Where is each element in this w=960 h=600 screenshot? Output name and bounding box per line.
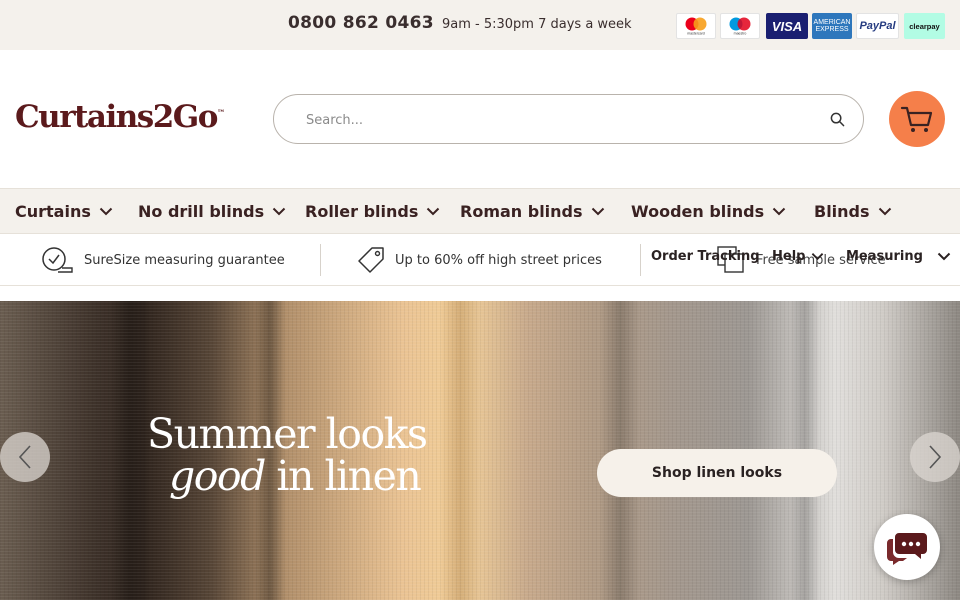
hero-title-line2: good in linen bbox=[147, 455, 427, 497]
trademark: ™ bbox=[216, 107, 225, 118]
hero-title-emphasis: good bbox=[169, 452, 266, 500]
nav-item-roman-blinds[interactable]: Roman blinds bbox=[460, 202, 605, 221]
chevron-down-icon bbox=[878, 207, 891, 216]
chevron-down-icon bbox=[812, 253, 824, 261]
chat-button[interactable] bbox=[874, 514, 940, 580]
nav-label: Roman blinds bbox=[460, 202, 583, 221]
amex-logo: AMERICAN EXPRESS bbox=[812, 13, 852, 39]
order-tracking-link[interactable]: Order Tracking bbox=[651, 249, 760, 264]
svg-text:maestro: maestro bbox=[734, 32, 747, 36]
hero-title-rest: in linen bbox=[264, 452, 421, 500]
search-input[interactable] bbox=[306, 109, 806, 131]
phone-number[interactable]: 0800 862 0463 bbox=[288, 13, 434, 33]
nav-label: Blinds bbox=[814, 202, 870, 221]
carousel-prev-button[interactable] bbox=[0, 432, 50, 482]
nav-item-wooden-blinds[interactable]: Wooden blinds bbox=[631, 202, 786, 221]
chevron-left-icon bbox=[18, 445, 31, 469]
nav-item-curtains[interactable]: Curtains bbox=[15, 202, 113, 221]
chevron-down-icon bbox=[937, 252, 951, 261]
search-icon[interactable] bbox=[830, 112, 845, 127]
search-bar[interactable] bbox=[273, 94, 864, 144]
nav-label: Wooden blinds bbox=[631, 202, 765, 221]
visa-logo: VISA bbox=[766, 13, 808, 39]
shop-linen-looks-button[interactable]: Shop linen looks bbox=[597, 449, 837, 497]
util-label: Measuring bbox=[846, 249, 923, 264]
usp-label: SureSize measuring guarantee bbox=[84, 252, 285, 268]
nav-label: Roller blinds bbox=[305, 202, 419, 221]
util-label: Help bbox=[772, 249, 806, 264]
top-bar: 0800 862 0463 9am - 5:30pm 7 days a week… bbox=[0, 0, 960, 50]
util-label: Order Tracking bbox=[651, 249, 760, 264]
usp-label: Up to 60% off high street prices bbox=[395, 252, 602, 268]
cart-button[interactable] bbox=[889, 91, 945, 147]
tape-measure-icon bbox=[42, 247, 73, 273]
logo-text: Curtains2Go bbox=[15, 99, 218, 135]
chevron-down-icon bbox=[591, 207, 604, 216]
usp-suresize: SureSize measuring guarantee bbox=[40, 234, 285, 286]
help-menu[interactable]: Help bbox=[772, 249, 824, 264]
chevron-down-icon bbox=[272, 207, 286, 216]
clearpay-logo: clearpay bbox=[904, 13, 945, 39]
hero-title: Summer looks good in linen bbox=[147, 410, 428, 497]
hero-title-line1: Summer looks bbox=[147, 410, 428, 458]
divider bbox=[320, 244, 321, 276]
nav-item-no-drill-blinds[interactable]: No drill blinds bbox=[138, 202, 286, 221]
divider bbox=[640, 244, 641, 276]
main-nav: Curtains No drill blinds Roller blinds R… bbox=[0, 188, 960, 234]
nav-item-blinds[interactable]: Blinds bbox=[814, 202, 892, 221]
nav-item-roller-blinds[interactable]: Roller blinds bbox=[305, 202, 440, 221]
chevron-down-icon bbox=[427, 207, 440, 216]
chevron-down-icon bbox=[772, 207, 786, 216]
nav-label: Curtains bbox=[15, 202, 91, 221]
price-tag-icon bbox=[358, 247, 384, 273]
mastercard-logo: mastercard bbox=[676, 13, 716, 39]
carousel-next-button[interactable] bbox=[910, 432, 960, 482]
nav-label: No drill blinds bbox=[138, 202, 265, 221]
site-logo[interactable]: Curtains2Go™ bbox=[15, 99, 225, 135]
chevron-right-icon bbox=[929, 445, 942, 469]
maestro-logo: maestro bbox=[720, 13, 760, 39]
chat-bubble-icon bbox=[887, 533, 927, 565]
chevron-down-icon bbox=[99, 207, 113, 216]
usp-price: Up to 60% off high street prices bbox=[357, 234, 602, 286]
svg-text:mastercard: mastercard bbox=[687, 32, 705, 36]
measuring-menu[interactable]: Measuring bbox=[846, 249, 951, 264]
opening-hours: 9am - 5:30pm 7 days a week bbox=[442, 17, 632, 32]
cart-icon bbox=[900, 106, 933, 132]
paypal-logo: PayPal bbox=[856, 13, 899, 39]
